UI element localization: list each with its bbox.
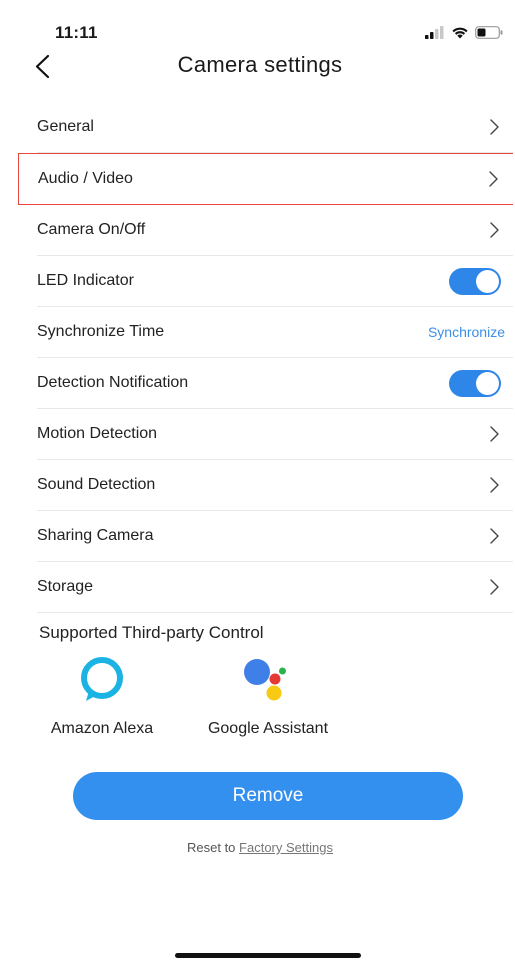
setting-label: General (37, 118, 94, 135)
remove-button[interactable]: Remove (73, 772, 463, 820)
status-time: 11:11 (55, 23, 98, 42)
setting-row-storage[interactable]: Storage (37, 562, 513, 613)
google-assistant-icon-wrap (193, 650, 343, 710)
setting-label: Motion Detection (37, 425, 158, 442)
google-assistant-item[interactable]: Google Assistant (193, 650, 343, 738)
wifi-icon (452, 27, 468, 38)
status-icons (425, 23, 503, 41)
setting-row-led-indicator: LED Indicator (37, 256, 513, 307)
setting-row-synchronize-time: Synchronize Time Synchronize (37, 307, 513, 358)
third-party-title: Supported Third-party Control (39, 623, 264, 642)
nav-bar: Camera settings (7, 47, 513, 87)
setting-row-camera-on-off[interactable]: Camera On/Off (37, 205, 513, 256)
phone-screen: 11:11 Camera settings General Audio / Vi… (7, 5, 513, 963)
page-title: Camera settings (177, 52, 343, 77)
signal-icon (425, 25, 444, 39)
tp-label: Google Assistant (207, 720, 329, 737)
home-indicator (175, 953, 361, 958)
chevron-right-icon (490, 579, 499, 595)
chevron-right-icon (490, 119, 499, 135)
chevron-right-icon (489, 171, 498, 187)
setting-row-sound-detection[interactable]: Sound Detection (37, 460, 513, 511)
reset-line: Reset to Factory Settings (7, 840, 513, 855)
chevron-right-icon (490, 477, 499, 493)
tp-label: Amazon Alexa (50, 720, 154, 737)
setting-row-audio-video[interactable]: Audio / Video (18, 153, 513, 205)
setting-label: Sharing Camera (37, 527, 154, 544)
toggle-knob (476, 270, 499, 293)
chevron-right-icon (490, 222, 499, 238)
chevron-right-icon (490, 426, 499, 442)
setting-label: Sound Detection (37, 476, 156, 493)
alexa-icon (81, 657, 123, 701)
setting-row-sharing-camera[interactable]: Sharing Camera (37, 511, 513, 562)
setting-label: Synchronize Time (37, 323, 165, 340)
battery-icon (475, 25, 503, 39)
setting-label: Camera On/Off (37, 221, 146, 238)
setting-row-motion-detection[interactable]: Motion Detection (37, 409, 513, 460)
setting-row-detection-notification: Detection Notification (37, 358, 513, 409)
toggle-knob (476, 372, 499, 395)
detection-notification-toggle[interactable] (449, 370, 501, 397)
setting-label: Detection Notification (37, 374, 189, 391)
setting-row-general[interactable]: General (37, 102, 513, 153)
factory-settings-link[interactable]: Factory Settings (239, 840, 333, 855)
amazon-alexa-item[interactable]: Amazon Alexa (37, 650, 167, 738)
google-assistant-icon (244, 659, 286, 701)
chevron-right-icon (490, 528, 499, 544)
setting-label: LED Indicator (37, 272, 134, 289)
synchronize-link[interactable]: Synchronize (428, 324, 505, 340)
setting-label: Audio / Video (38, 170, 133, 187)
status-bar: 11:11 (7, 5, 513, 45)
reset-prefix: Reset to (187, 840, 236, 855)
setting-label: Storage (37, 578, 94, 595)
led-indicator-toggle[interactable] (449, 268, 501, 295)
alexa-icon-wrap (37, 650, 167, 710)
settings-list: General Audio / Video Camera On/Off LED … (7, 102, 513, 613)
